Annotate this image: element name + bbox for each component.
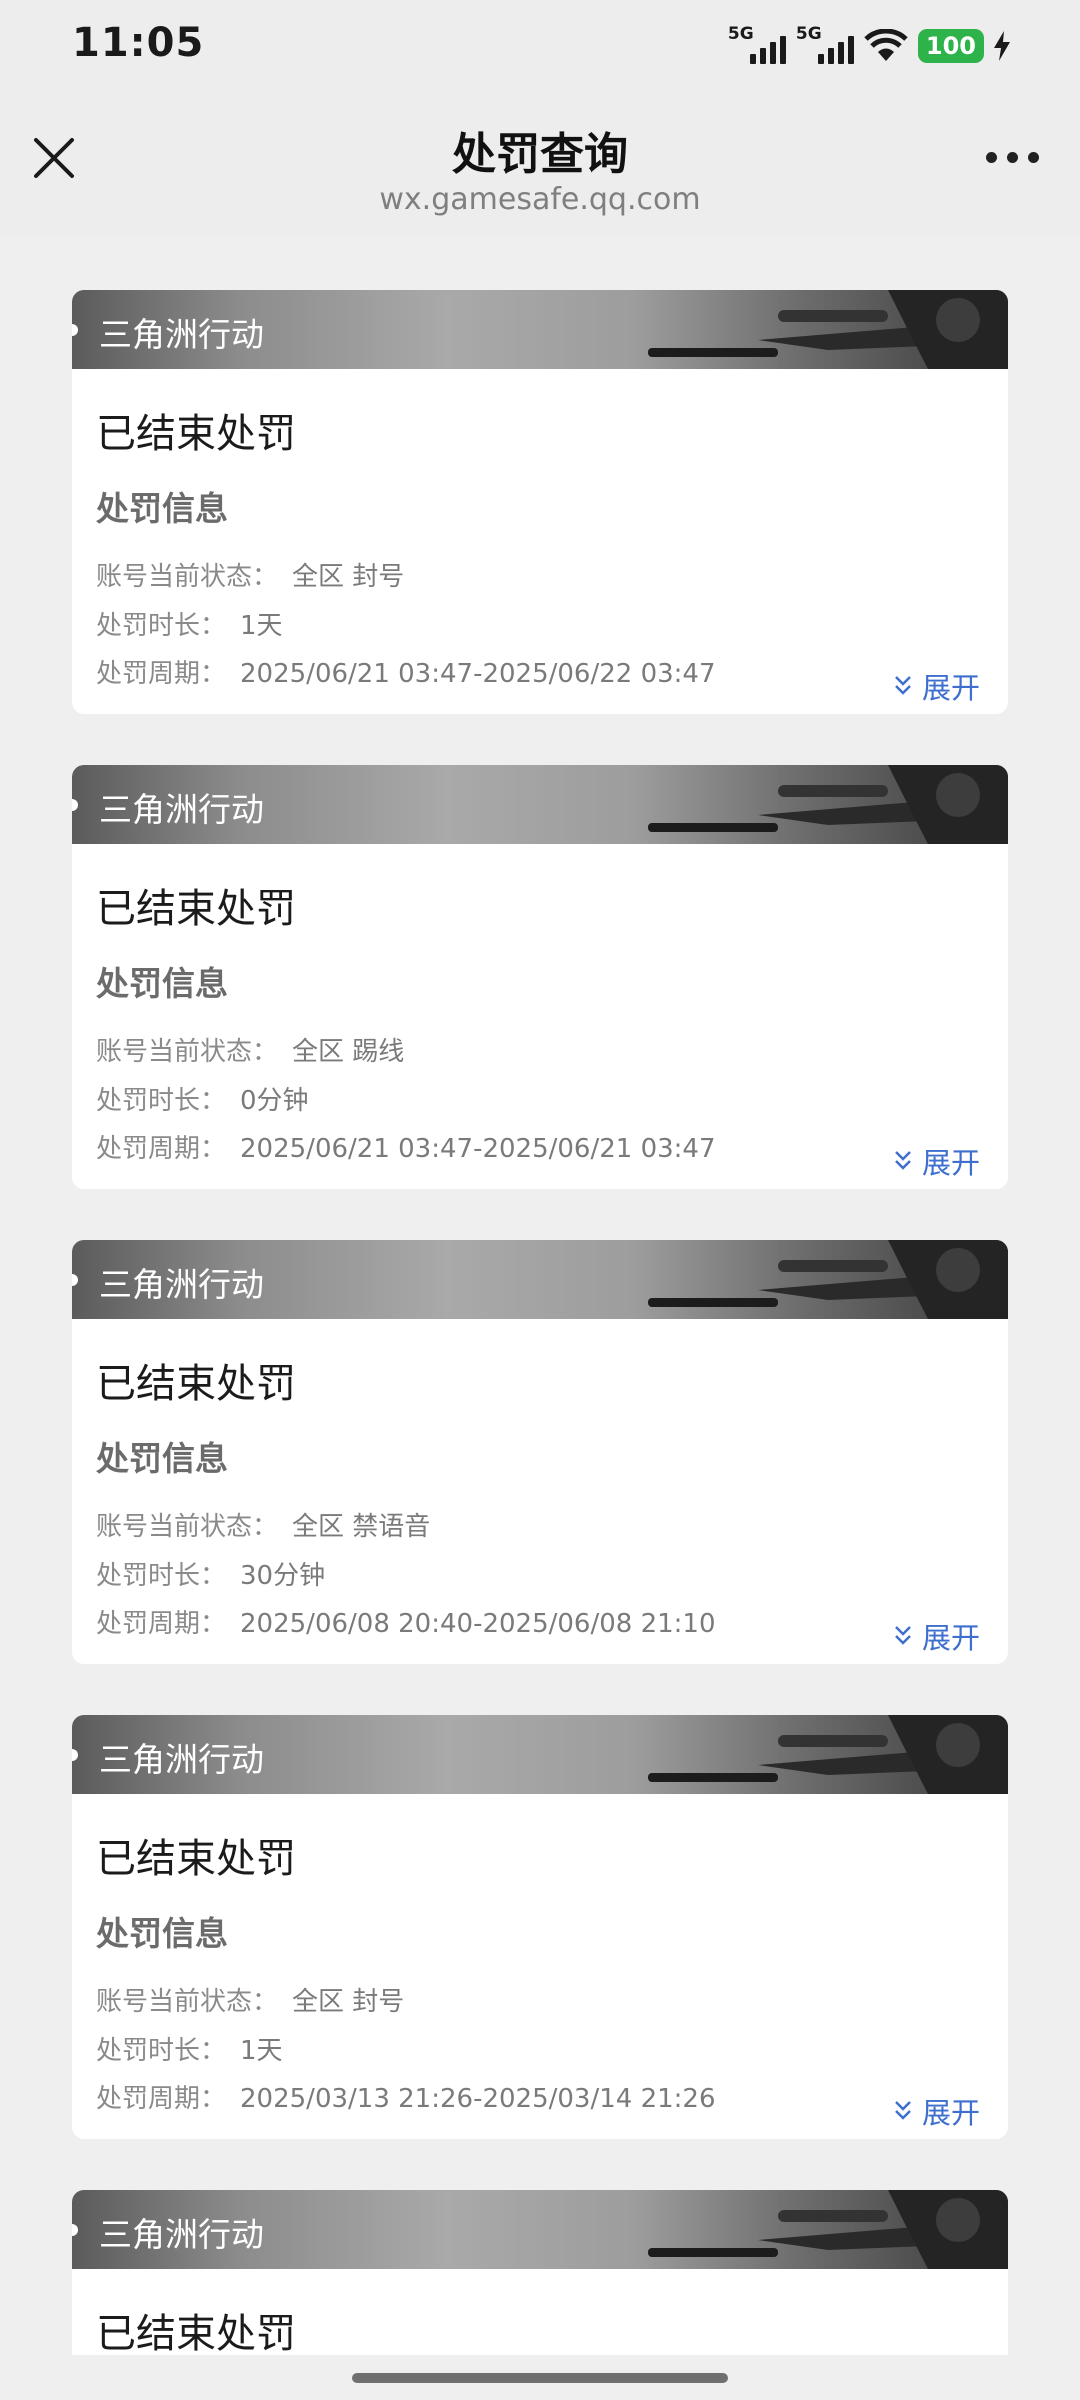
account-status-row: 账号当前状态： 全区 封号	[96, 562, 405, 592]
duration-row: 处罚时长： 30分钟	[96, 1561, 326, 1591]
chevron-double-down-icon	[895, 2101, 911, 2120]
expand-button[interactable]: 展开	[894, 1140, 980, 1182]
soldier-rifle-image	[648, 1715, 1008, 1794]
duration-row: 处罚时长： 1天	[96, 611, 283, 641]
punishment-state: 已结束处罚	[96, 411, 296, 457]
account-status-row: 账号当前状态： 全区 封号	[96, 1987, 405, 2017]
game-banner: 三角洲行动	[72, 1715, 1008, 1794]
status-icons: 5G 5G 100	[728, 24, 1010, 68]
period-row: 处罚周期： 2025/06/08 20:40-2025/06/08 21:10	[96, 1609, 716, 1639]
punishment-state: 已结束处罚	[96, 1836, 296, 1882]
wifi-icon	[864, 29, 908, 61]
game-banner: 三角洲行动	[72, 1240, 1008, 1319]
game-name: 三角洲行动	[99, 1265, 264, 1304]
period-row: 处罚周期： 2025/06/21 03:47-2025/06/22 03:47	[96, 659, 716, 689]
cellular-signal-icon: 5G	[728, 24, 786, 68]
punishment-list[interactable]: 三角洲行动 已结束处罚 处罚信息 账号当前状态： 全区 封号 处罚时长： 1天 处罚…	[0, 235, 1080, 2355]
battery-indicator: 100	[917, 29, 984, 63]
chevron-double-down-icon	[895, 1626, 911, 1645]
punishment-state: 已结束处罚	[96, 2311, 296, 2355]
game-banner: 三角洲行动	[72, 290, 1008, 369]
section-title: 处罚信息	[96, 1914, 228, 1953]
game-banner: 三角洲行动	[72, 765, 1008, 844]
game-name: 三角洲行动	[99, 2215, 264, 2254]
page-url: wx.gamesafe.qq.com	[379, 182, 701, 217]
duration-row: 处罚时长： 0分钟	[96, 1086, 309, 1116]
expand-button[interactable]: 展开	[894, 1615, 980, 1657]
punishment-card: 三角洲行动 已结束处罚	[72, 2190, 1008, 2355]
punishment-state: 已结束处罚	[96, 1361, 296, 1407]
punishment-card: 三角洲行动 已结束处罚 处罚信息 账号当前状态： 全区 踢线 处罚时长： 0分钟 处…	[72, 765, 1008, 1189]
section-title: 处罚信息	[96, 489, 228, 528]
duration-row: 处罚时长： 1天	[96, 2036, 283, 2066]
nav-bar: 处罚查询 wx.gamesafe.qq.com	[0, 92, 1080, 235]
punishment-state: 已结束处罚	[96, 886, 296, 932]
period-row: 处罚周期： 2025/03/13 21:26-2025/03/14 21:26	[96, 2084, 716, 2114]
account-status-row: 账号当前状态： 全区 踢线	[96, 1037, 405, 1067]
account-status-row: 账号当前状态： 全区 禁语音	[96, 1512, 431, 1542]
game-name: 三角洲行动	[99, 1740, 264, 1779]
game-banner: 三角洲行动	[72, 2190, 1008, 2269]
game-name: 三角洲行动	[99, 790, 264, 829]
soldier-rifle-image	[648, 2190, 1008, 2269]
soldier-rifle-image	[648, 765, 1008, 844]
soldier-rifle-image	[648, 1240, 1008, 1319]
status-time: 11:05	[72, 20, 205, 66]
home-indicator[interactable]	[352, 2373, 728, 2383]
soldier-rifle-image	[648, 290, 1008, 369]
punishment-card: 三角洲行动 已结束处罚 处罚信息 账号当前状态： 全区 封号 处罚时长： 1天 处罚…	[72, 1715, 1008, 2139]
punishment-card: 三角洲行动 已结束处罚 处罚信息 账号当前状态： 全区 禁语音 处罚时长： 30分钟…	[72, 1240, 1008, 1664]
period-row: 处罚周期： 2025/06/21 03:47-2025/06/21 03:47	[96, 1134, 716, 1164]
status-bar: 11:05 5G 5G 100	[0, 0, 1080, 92]
charging-icon	[994, 31, 1010, 61]
chevron-double-down-icon	[895, 1151, 911, 1170]
page-title: 处罚查询	[452, 129, 628, 180]
chevron-double-down-icon	[895, 676, 911, 695]
section-title: 处罚信息	[96, 964, 228, 1003]
section-title: 处罚信息	[96, 1439, 228, 1478]
more-menu-icon[interactable]	[986, 152, 1040, 166]
expand-button[interactable]: 展开	[894, 665, 980, 707]
expand-button[interactable]: 展开	[894, 2090, 980, 2132]
game-name: 三角洲行动	[99, 315, 264, 354]
cellular-signal-icon: 5G	[796, 24, 854, 68]
punishment-card: 三角洲行动 已结束处罚 处罚信息 账号当前状态： 全区 封号 处罚时长： 1天 处罚…	[72, 290, 1008, 714]
